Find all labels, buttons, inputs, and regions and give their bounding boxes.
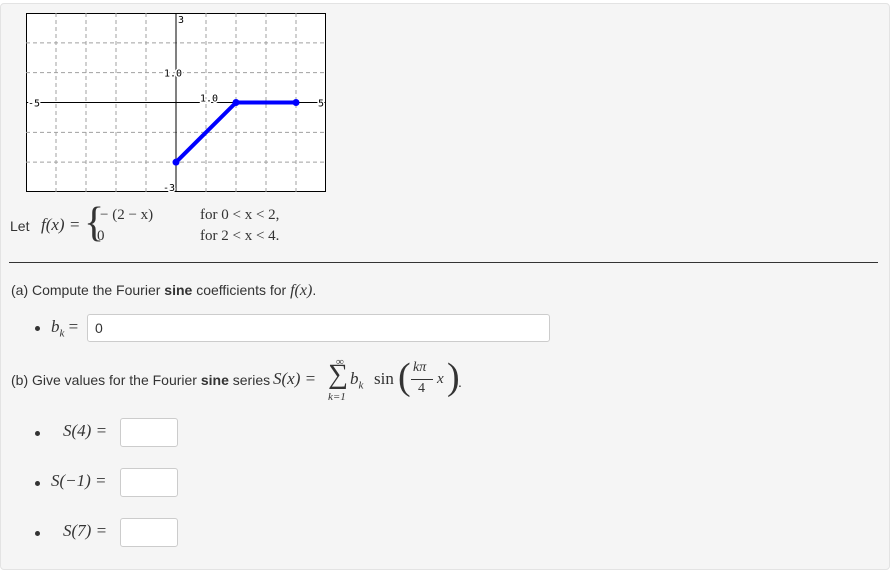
sx-label: S(x) = bbox=[273, 369, 317, 388]
tick-label-x-min: -5 bbox=[28, 99, 40, 110]
tick-label-y-max: 3 bbox=[178, 15, 184, 26]
sum-lower-limit: k=1 bbox=[328, 391, 346, 403]
case1-expression: − (2 − x) bbox=[100, 207, 154, 223]
bullet bbox=[35, 481, 40, 486]
tick-label-x-max: 5 bbox=[318, 99, 324, 110]
s4-answer-field[interactable] bbox=[120, 418, 178, 447]
tick-label-y-min: -3 bbox=[163, 183, 175, 192]
case2-expression: 0 bbox=[97, 228, 105, 244]
bk-answer-field[interactable]: 0 bbox=[87, 314, 550, 342]
part-a-bold: sine bbox=[164, 282, 193, 298]
s7-label: S(7) = bbox=[63, 521, 108, 540]
s-neg1-label: S(−1) = bbox=[51, 471, 107, 490]
fraction-bar bbox=[411, 379, 433, 380]
s-neg1-answer-field[interactable] bbox=[120, 468, 178, 497]
case2-condition: for 2 < x < 4. bbox=[200, 228, 280, 244]
frac-numerator: kπ bbox=[413, 360, 427, 375]
argument-x: x bbox=[437, 371, 444, 387]
part-b-suffix: series bbox=[232, 372, 271, 388]
case1-condition: for 0 < x < 2, bbox=[200, 207, 280, 223]
function-graph: -5 5 1.0 3 1.0 -3 bbox=[26, 13, 326, 192]
part-b-prefix: (b) Give values for the Fourier bbox=[11, 372, 197, 388]
divider bbox=[9, 262, 878, 263]
bullet bbox=[35, 326, 40, 331]
data-point bbox=[172, 158, 180, 166]
f-definition-lhs: f(x) = bbox=[41, 215, 81, 234]
part-a-suffix: coefficients for bbox=[196, 282, 287, 298]
frac-denominator: 4 bbox=[418, 381, 425, 396]
bk-answer-value: 0 bbox=[95, 320, 103, 336]
series-bk-sub: k bbox=[358, 379, 364, 392]
data-point bbox=[232, 99, 240, 106]
part-a-period: . bbox=[312, 282, 317, 298]
part-b-bold: sine bbox=[200, 372, 229, 388]
part-a-prompt: (a) Compute the Fourier sine coefficient… bbox=[11, 282, 316, 300]
part-a-prefix: (a) Compute the Fourier bbox=[11, 282, 161, 298]
series-bk: bk bbox=[350, 369, 363, 391]
sin-function: sin bbox=[374, 369, 394, 388]
series-bk-letter: b bbox=[350, 369, 359, 388]
tick-label-x-one: 1.0 bbox=[200, 94, 218, 105]
series-period: . bbox=[458, 374, 462, 390]
sum-sign: ∑ bbox=[328, 359, 348, 390]
s7-answer-field[interactable] bbox=[120, 518, 178, 547]
part-a-fx: f(x) bbox=[290, 282, 313, 299]
data-point bbox=[292, 99, 300, 106]
bullet bbox=[35, 531, 40, 536]
s4-label: S(4) = bbox=[63, 421, 108, 440]
bullet bbox=[35, 431, 40, 436]
tick-label-y-one: 1.0 bbox=[164, 69, 182, 80]
bk-label: bk = bbox=[51, 317, 78, 339]
part-b-prompt: (b) Give values for the Fourier sine ser… bbox=[11, 372, 270, 388]
bk-equals: = bbox=[68, 317, 79, 336]
let-label: Let bbox=[10, 218, 30, 234]
bk-letter: b bbox=[51, 317, 60, 336]
bk-subscript: k bbox=[59, 327, 65, 340]
left-paren: ( bbox=[398, 356, 411, 398]
